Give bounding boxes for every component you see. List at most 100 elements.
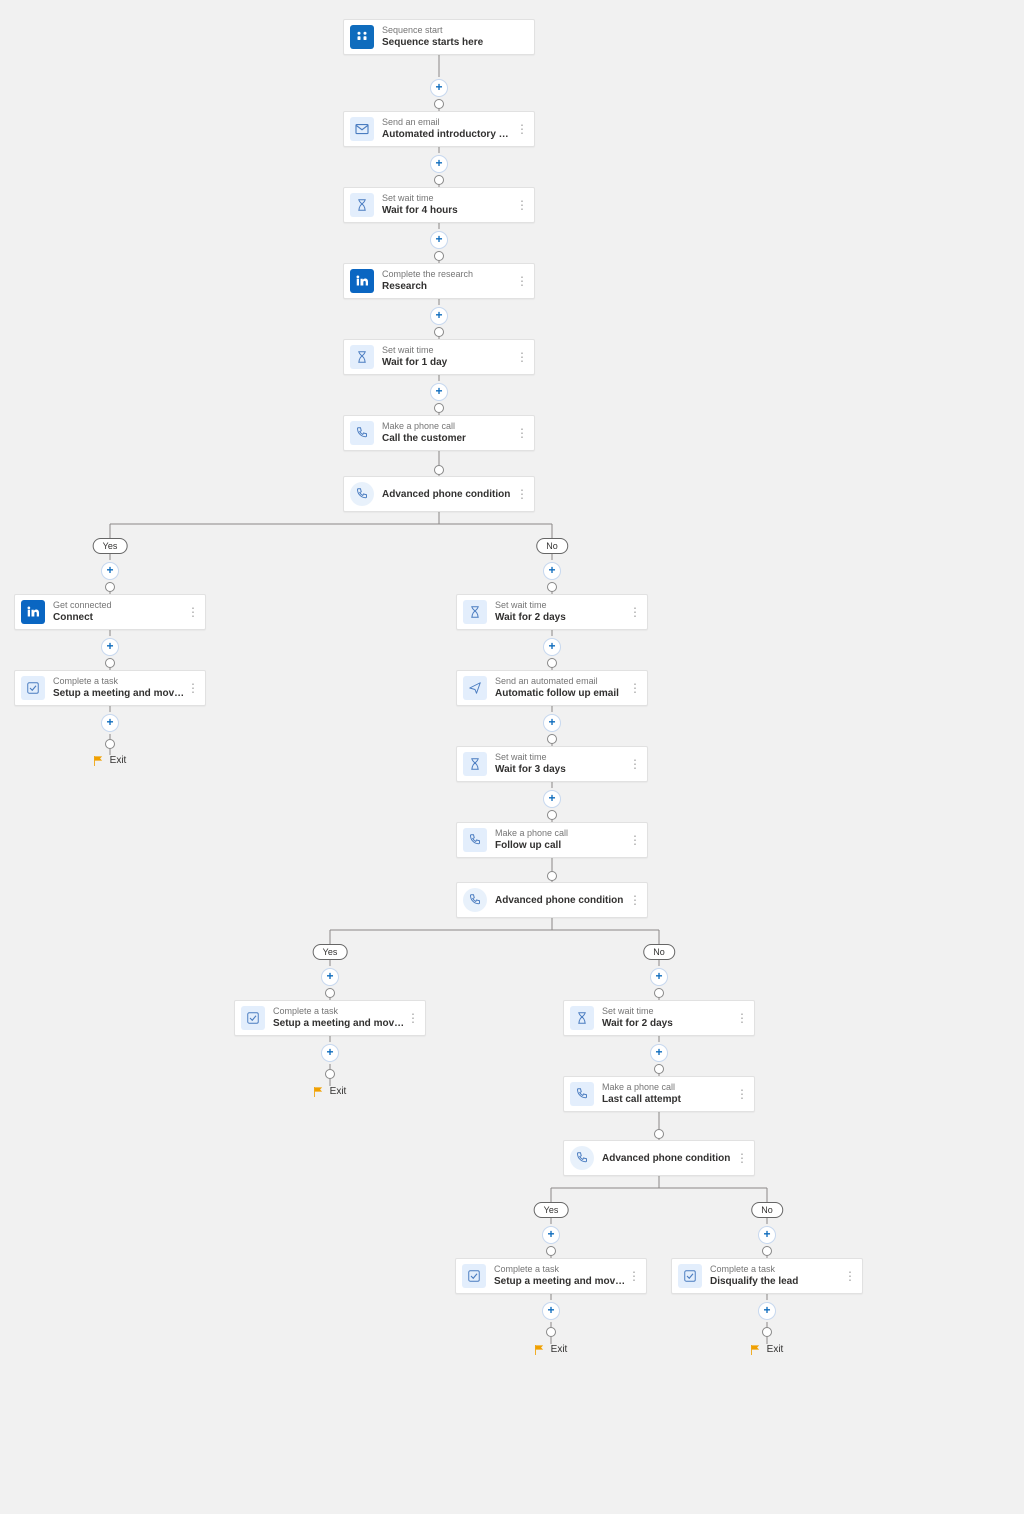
connector-end (654, 1064, 664, 1074)
card-condition-2[interactable]: Advanced phone condition ⋮ (456, 882, 648, 918)
exit-marker: Exit (751, 1344, 784, 1355)
mail-icon (350, 117, 374, 141)
phone-icon (350, 421, 374, 445)
connector-end (325, 988, 335, 998)
card-menu[interactable]: ⋮ (626, 1269, 642, 1283)
connector-end (762, 1246, 772, 1256)
hourglass-icon (463, 752, 487, 776)
branch-label-no: No (536, 538, 568, 554)
add-step-button[interactable]: + (543, 790, 561, 808)
card-followup-email[interactable]: Send an automated emailAutomatic follow … (456, 670, 648, 706)
add-step-button[interactable]: + (650, 968, 668, 986)
card-wait-2d-a[interactable]: Set wait timeWait for 2 days ⋮ (456, 594, 648, 630)
add-step-button[interactable]: + (101, 638, 119, 656)
card-intro-email[interactable]: Send an emailAutomated introductory emai… (343, 111, 535, 147)
connector-end (434, 465, 444, 475)
add-step-button[interactable]: + (758, 1226, 776, 1244)
card-condition-1[interactable]: Advanced phone condition ⋮ (343, 476, 535, 512)
card-task-meeting-3[interactable]: Complete a taskSetup a meeting and move … (455, 1258, 647, 1294)
card-menu[interactable]: ⋮ (734, 1011, 750, 1025)
card-task-meeting-2[interactable]: Complete a taskSetup a meeting and move … (234, 1000, 426, 1036)
connector-end (547, 871, 557, 881)
linkedin-icon (21, 600, 45, 624)
hourglass-icon (350, 193, 374, 217)
connector-end (547, 810, 557, 820)
card-wait-4h[interactable]: Set wait timeWait for 4 hours ⋮ (343, 187, 535, 223)
connector-end (546, 1246, 556, 1256)
add-step-button[interactable]: + (430, 383, 448, 401)
branch-label-yes: Yes (93, 538, 128, 554)
connector-end (547, 658, 557, 668)
add-step-button[interactable]: + (430, 79, 448, 97)
card-menu[interactable]: ⋮ (627, 681, 643, 695)
add-step-button[interactable]: + (543, 638, 561, 656)
card-menu[interactable]: ⋮ (405, 1011, 421, 1025)
connector-end (654, 1129, 664, 1139)
card-menu[interactable]: ⋮ (514, 122, 530, 136)
card-last-call[interactable]: Make a phone callLast call attempt ⋮ (563, 1076, 755, 1112)
card-menu[interactable]: ⋮ (734, 1151, 750, 1165)
card-connect[interactable]: Get connectedConnect ⋮ (14, 594, 206, 630)
send-icon (463, 676, 487, 700)
add-step-button[interactable]: + (101, 714, 119, 732)
card-condition-3[interactable]: Advanced phone condition ⋮ (563, 1140, 755, 1176)
card-menu[interactable]: ⋮ (514, 198, 530, 212)
task-icon (678, 1264, 702, 1288)
add-step-button[interactable]: + (321, 968, 339, 986)
phone-icon (463, 828, 487, 852)
card-task-meeting-1[interactable]: Complete a taskSetup a meeting and move … (14, 670, 206, 706)
card-menu[interactable]: ⋮ (514, 426, 530, 440)
add-step-button[interactable]: + (430, 231, 448, 249)
phone-condition-icon (350, 482, 374, 506)
card-wait-3d[interactable]: Set wait timeWait for 3 days ⋮ (456, 746, 648, 782)
flag-icon (535, 1345, 545, 1355)
add-step-button[interactable]: + (430, 155, 448, 173)
card-call-customer[interactable]: Make a phone callCall the customer ⋮ (343, 415, 535, 451)
card-menu[interactable]: ⋮ (514, 350, 530, 364)
add-step-button[interactable]: + (430, 307, 448, 325)
connector-end (434, 403, 444, 413)
card-menu[interactable]: ⋮ (734, 1087, 750, 1101)
card-wait-2d-b[interactable]: Set wait timeWait for 2 days ⋮ (563, 1000, 755, 1036)
card-menu[interactable]: ⋮ (842, 1269, 858, 1283)
card-followup-call[interactable]: Make a phone callFollow up call ⋮ (456, 822, 648, 858)
add-step-button[interactable]: + (542, 1226, 560, 1244)
card-menu[interactable]: ⋮ (514, 274, 530, 288)
card-title: Sequence starts here (382, 36, 534, 49)
card-menu[interactable]: ⋮ (514, 487, 530, 501)
card-sequence-start[interactable]: Sequence startSequence starts here (343, 19, 535, 55)
card-menu[interactable]: ⋮ (185, 605, 201, 619)
add-step-button[interactable]: + (543, 714, 561, 732)
add-step-button[interactable]: + (101, 562, 119, 580)
linkedin-icon (350, 269, 374, 293)
add-step-button[interactable]: + (542, 1302, 560, 1320)
card-research[interactable]: Complete the researchResearch ⋮ (343, 263, 535, 299)
connector-end (547, 582, 557, 592)
phone-condition-icon (570, 1146, 594, 1170)
add-step-button[interactable]: + (321, 1044, 339, 1062)
exit-marker: Exit (94, 755, 127, 766)
add-step-button[interactable]: + (650, 1044, 668, 1062)
card-menu[interactable]: ⋮ (185, 681, 201, 695)
connector-end (547, 734, 557, 744)
card-menu[interactable]: ⋮ (627, 757, 643, 771)
phone-condition-icon (463, 888, 487, 912)
card-wait-1d[interactable]: Set wait timeWait for 1 day ⋮ (343, 339, 535, 375)
branch-label-yes: Yes (534, 1202, 569, 1218)
add-step-button[interactable]: + (543, 562, 561, 580)
branch-label-yes: Yes (313, 944, 348, 960)
hourglass-icon (463, 600, 487, 624)
flag-icon (314, 1087, 324, 1097)
card-menu[interactable]: ⋮ (627, 605, 643, 619)
add-step-button[interactable]: + (758, 1302, 776, 1320)
card-menu[interactable]: ⋮ (627, 833, 643, 847)
card-disqualify[interactable]: Complete a taskDisqualify the lead ⋮ (671, 1258, 863, 1294)
card-menu[interactable]: ⋮ (627, 893, 643, 907)
task-icon (241, 1006, 265, 1030)
start-icon (350, 25, 374, 49)
task-icon (21, 676, 45, 700)
flag-icon (94, 756, 104, 766)
hourglass-icon (570, 1006, 594, 1030)
card-kicker: Sequence start (382, 25, 534, 36)
connector-end (434, 175, 444, 185)
